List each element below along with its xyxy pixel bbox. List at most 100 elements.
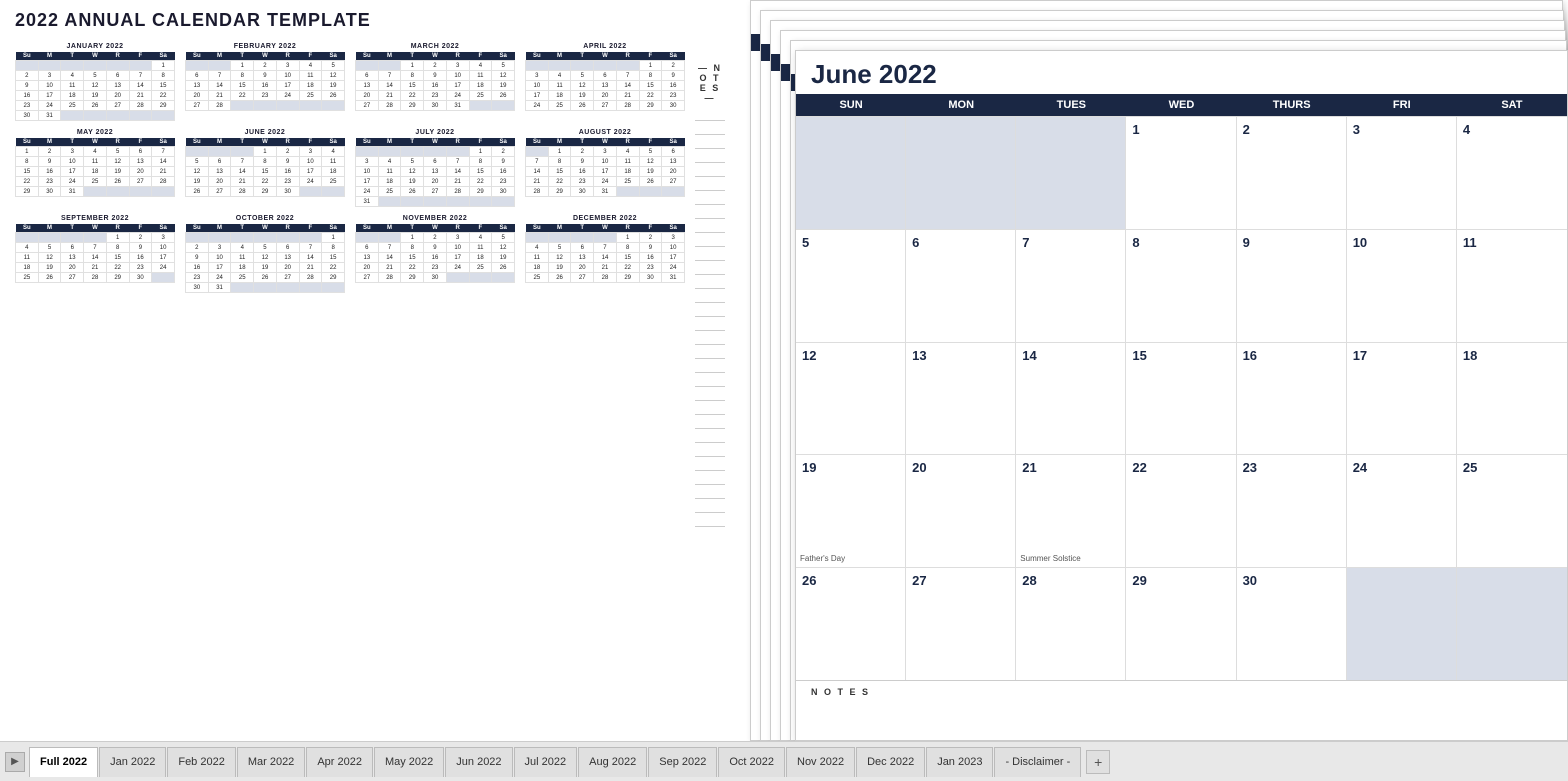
mini-month-title: OCTOBER 2022: [185, 215, 345, 222]
cal-day: 20: [61, 263, 84, 273]
day-header: Sa: [322, 52, 345, 61]
tab-full-2022[interactable]: Full 2022: [29, 747, 98, 777]
cal-day: 16: [424, 253, 447, 263]
cal-day: 31: [356, 197, 379, 207]
cal-day: 19: [84, 91, 107, 101]
cal-day: [106, 61, 129, 71]
cal-day: 19: [548, 263, 571, 273]
cal-day: 17: [662, 253, 685, 263]
cal-day: 23: [424, 263, 447, 273]
tab-jan-2022[interactable]: Jan 2022: [99, 747, 166, 777]
june-day-number: 15: [1132, 348, 1146, 363]
tab-add-button[interactable]: +: [1086, 750, 1110, 774]
cal-day: 21: [378, 91, 401, 101]
cal-day: 27: [662, 177, 685, 187]
cal-day: 12: [322, 71, 345, 81]
cal-day: 8: [231, 71, 254, 81]
cal-day: 9: [492, 157, 515, 167]
tab-mar-2022[interactable]: Mar 2022: [237, 747, 305, 777]
tab-may-2022[interactable]: May 2022: [374, 747, 444, 777]
cal-day: 7: [616, 71, 639, 81]
cal-day: 15: [152, 81, 175, 91]
cal-day: 28: [231, 187, 254, 197]
cal-day: [446, 273, 469, 283]
cal-day: 26: [322, 91, 345, 101]
cal-day: 18: [299, 81, 322, 91]
cal-day: 11: [526, 253, 549, 263]
cal-day: 18: [231, 263, 254, 273]
june-day-number: 30: [1243, 573, 1257, 588]
tab-jan-2023[interactable]: Jan 2023: [926, 747, 993, 777]
cal-day: 9: [639, 243, 662, 253]
notes-line: [695, 275, 725, 289]
cal-day: [526, 147, 549, 157]
tab-apr-2022[interactable]: Apr 2022: [306, 747, 373, 777]
tab-oct-2022[interactable]: Oct 2022: [718, 747, 785, 777]
cal-day: 12: [84, 81, 107, 91]
notes-line: [695, 457, 725, 471]
day-header: T: [61, 138, 84, 147]
cal-day: 22: [152, 91, 175, 101]
cal-day: 13: [208, 167, 231, 177]
june-day-number: 12: [802, 348, 816, 363]
cal-day: 19: [492, 81, 515, 91]
cal-day: 24: [446, 263, 469, 273]
cal-day: 13: [571, 253, 594, 263]
cal-day: 7: [446, 157, 469, 167]
cal-day: 19: [639, 167, 662, 177]
day-header: F: [639, 138, 662, 147]
cal-day: [492, 101, 515, 111]
june-day-number: 4: [1463, 122, 1470, 137]
cal-day: 7: [378, 71, 401, 81]
cal-day: 17: [446, 81, 469, 91]
cal-day: 9: [662, 71, 685, 81]
cal-day: 22: [616, 263, 639, 273]
cal-day: 20: [594, 91, 617, 101]
cal-day: [401, 147, 424, 157]
tab-sep-2022[interactable]: Sep 2022: [648, 747, 717, 777]
tab-jul-2022[interactable]: Jul 2022: [514, 747, 578, 777]
cal-day: 17: [38, 91, 61, 101]
cal-day: 27: [424, 187, 447, 197]
cal-day: 22: [401, 263, 424, 273]
tab-arrow-left[interactable]: ▶: [5, 752, 25, 772]
tab---disclaimer--[interactable]: - Disclaimer -: [994, 747, 1081, 777]
cal-day: 6: [186, 71, 209, 81]
cal-day: 3: [276, 61, 299, 71]
cal-day: 7: [231, 157, 254, 167]
cal-day: 12: [401, 167, 424, 177]
mini-month-title: JANUARY 2022: [15, 43, 175, 50]
cal-day: 9: [254, 71, 277, 81]
cal-day: 1: [639, 61, 662, 71]
cal-day: 26: [106, 177, 129, 187]
cal-day: 12: [492, 243, 515, 253]
cal-day: 2: [662, 61, 685, 71]
tab-feb-2022[interactable]: Feb 2022: [167, 747, 235, 777]
cal-day: 2: [186, 243, 209, 253]
tab-jun-2022[interactable]: Jun 2022: [445, 747, 512, 777]
cal-day: 27: [571, 273, 594, 283]
cal-day: 1: [469, 147, 492, 157]
cal-day: 23: [571, 177, 594, 187]
cal-day: [186, 147, 209, 157]
cal-day: [106, 187, 129, 197]
cal-day: 11: [299, 71, 322, 81]
tab-dec-2022[interactable]: Dec 2022: [856, 747, 925, 777]
day-header: R: [276, 224, 299, 233]
mini-month-title: MARCH 2022: [355, 43, 515, 50]
cal-day: [231, 147, 254, 157]
cal-day: 22: [254, 177, 277, 187]
cal-day: 6: [61, 243, 84, 253]
cal-day: 14: [446, 167, 469, 177]
cal-day: 14: [84, 253, 107, 263]
tab-aug-2022[interactable]: Aug 2022: [578, 747, 647, 777]
tab-nov-2022[interactable]: Nov 2022: [786, 747, 855, 777]
day-header: T: [61, 52, 84, 61]
cal-day: 15: [322, 253, 345, 263]
mini-cal-table: SuMTWRFSa1234567891011121314151617181920…: [525, 138, 685, 197]
mini-month-title: FEBRUARY 2022: [185, 43, 345, 50]
cal-day: 21: [526, 177, 549, 187]
day-header: M: [208, 224, 231, 233]
june-day: 26: [796, 568, 906, 680]
mini-cal-table: SuMTWRFSa1234567891011121314151617181920…: [525, 52, 685, 111]
